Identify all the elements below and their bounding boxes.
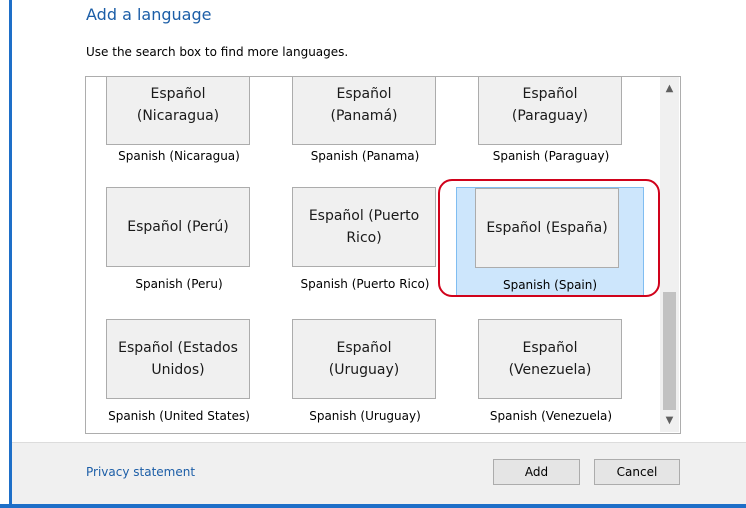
window-left-border: [0, 0, 12, 508]
language-native-name: Español (Paraguay): [478, 77, 622, 145]
selection-highlight-ring: [438, 179, 660, 297]
language-tile[interactable]: Español (Puerto Rico) Spanish (Puerto Ri…: [272, 187, 458, 301]
language-english-name: Spanish (Puerto Rico): [300, 277, 430, 291]
window-bottom-border: [0, 504, 746, 508]
language-english-name: Spanish (Panama): [310, 149, 420, 163]
language-native-name: Español (Uruguay): [292, 319, 436, 399]
language-native-name: Español (Venezuela): [478, 319, 622, 399]
language-tile[interactable]: Español (Venezuela) Spanish (Venezuela): [458, 319, 644, 433]
language-english-name: Spanish (Venezuela): [489, 409, 613, 423]
privacy-statement-link[interactable]: Privacy statement: [86, 465, 195, 479]
language-tile[interactable]: Español (Paraguay) Spanish (Paraguay): [458, 77, 644, 179]
language-tile[interactable]: Español (Panamá) Spanish (Panama): [272, 77, 458, 179]
cancel-button[interactable]: Cancel: [594, 459, 680, 485]
dialog-subtitle: Use the search box to find more language…: [86, 45, 349, 59]
scrollbar-thumb[interactable]: [663, 292, 676, 410]
language-english-name: Spanish (Nicaragua): [118, 149, 240, 163]
dialog-title: Add a language: [86, 5, 212, 24]
language-english-name: Spanish (Uruguay): [309, 409, 421, 423]
language-native-name: Español (Nicaragua): [106, 77, 250, 145]
chevron-down-icon[interactable]: ▼: [660, 412, 679, 430]
language-tile[interactable]: Español (Estados Unidos) Spanish (United…: [86, 319, 272, 433]
chevron-up-icon[interactable]: ▲: [660, 80, 679, 98]
language-native-name: Español (Panamá): [292, 77, 436, 145]
add-button[interactable]: Add: [493, 459, 580, 485]
language-english-name: Spanish (Peru): [135, 277, 223, 291]
language-tile[interactable]: Español (Perú) Spanish (Peru): [86, 187, 272, 301]
language-native-name: Español (Puerto Rico): [292, 187, 436, 267]
language-tile[interactable]: Español (Uruguay) Spanish (Uruguay): [272, 319, 458, 433]
language-native-name: Español (Perú): [106, 187, 250, 267]
language-english-name: Spanish (United States): [108, 409, 250, 423]
language-native-name: Español (Estados Unidos): [106, 319, 250, 399]
language-english-name: Spanish (Paraguay): [492, 149, 610, 163]
language-tile[interactable]: Español (Nicaragua) Spanish (Nicaragua): [86, 77, 272, 179]
